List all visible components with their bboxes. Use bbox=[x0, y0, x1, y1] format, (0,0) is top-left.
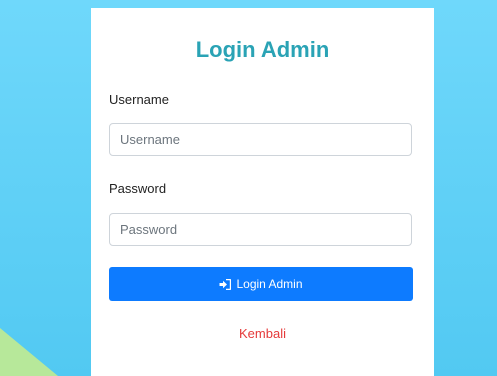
password-input[interactable] bbox=[109, 213, 412, 246]
back-link[interactable]: Kembali bbox=[91, 326, 434, 342]
background-corner-shape bbox=[0, 328, 58, 376]
login-button[interactable]: Login Admin bbox=[109, 267, 413, 301]
password-label: Password bbox=[109, 181, 167, 196]
login-card: Login Admin Username Password Login Admi… bbox=[91, 8, 434, 376]
sign-in-icon bbox=[219, 278, 232, 290]
login-button-label: Login Admin bbox=[236, 277, 303, 291]
page-title: Login Admin bbox=[195, 37, 330, 62]
username-label: Username bbox=[109, 92, 169, 107]
username-input[interactable] bbox=[109, 123, 412, 156]
